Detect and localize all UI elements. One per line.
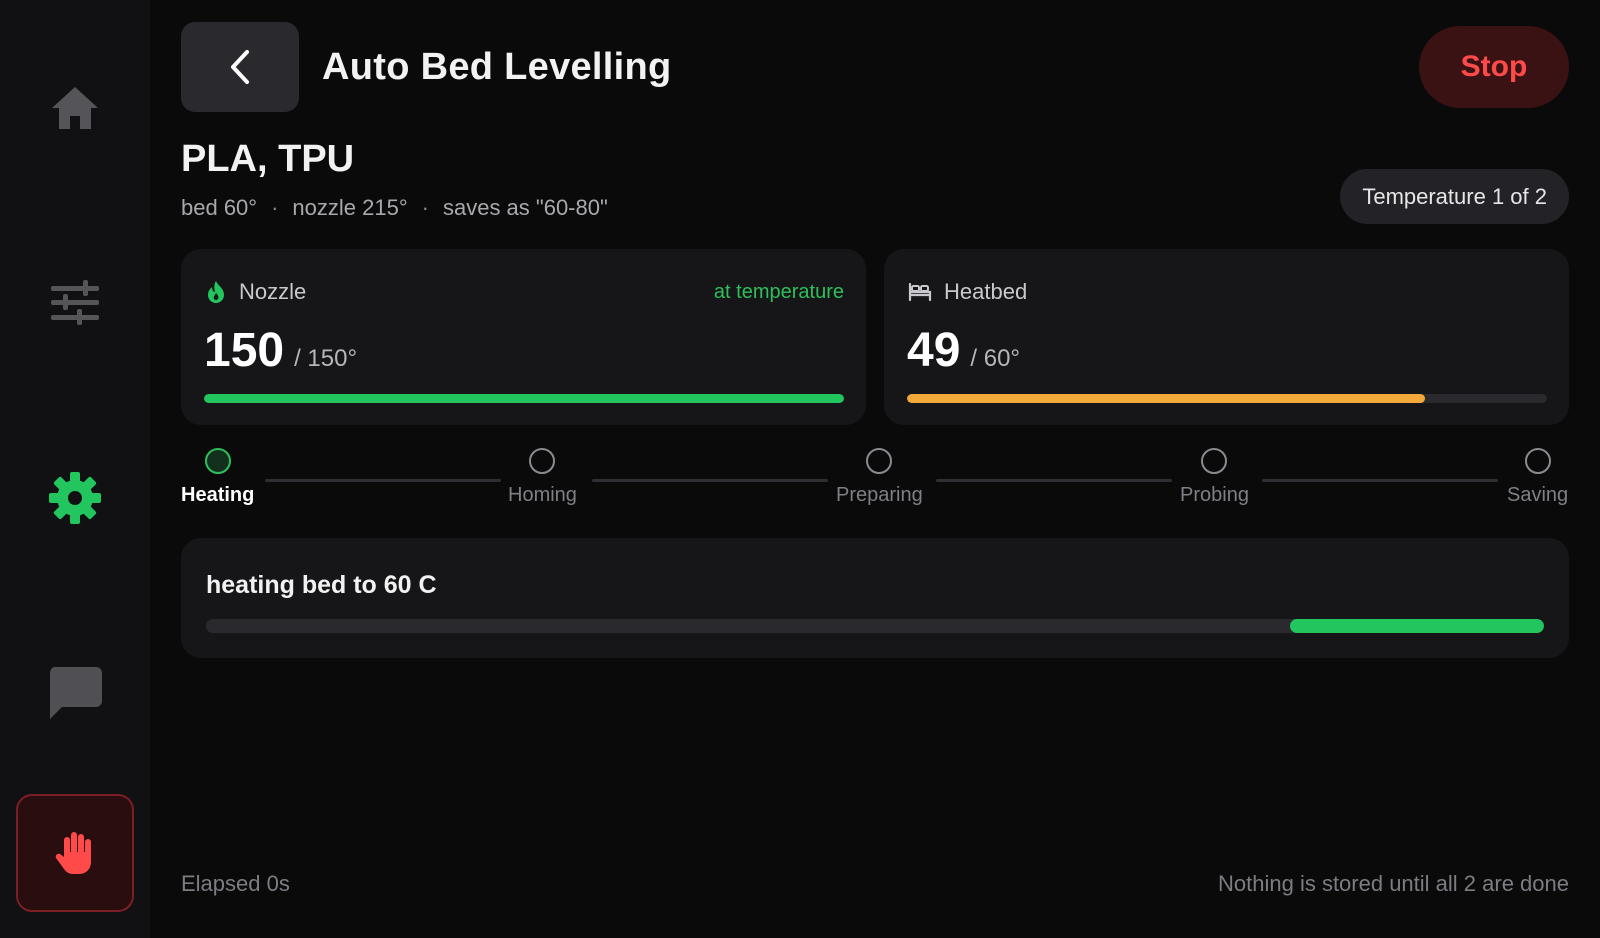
- task-progress-track: [206, 619, 1544, 633]
- elapsed-time: Elapsed 0s: [181, 871, 290, 896]
- nav-home-button[interactable]: [16, 49, 134, 167]
- heatbed-current-temp: 49: [907, 324, 961, 377]
- step-connector: [936, 479, 1172, 482]
- step-connector: [1262, 479, 1498, 482]
- nav-tune-button[interactable]: [16, 244, 134, 362]
- page-title: Auto Bed Levelling: [322, 46, 672, 88]
- sidebar: [0, 0, 150, 938]
- step-label: Saving: [1507, 484, 1569, 506]
- bed-icon: [908, 282, 932, 302]
- heatbed-progress-fill: [907, 394, 1426, 403]
- temperature-index-badge: Temperature 1 of 2: [1340, 169, 1569, 224]
- nozzle-label: Nozzle: [239, 279, 307, 304]
- emergency-stop-button[interactable]: [16, 794, 134, 912]
- heatbed-target-temp: / 60°: [970, 345, 1021, 372]
- nozzle-card: Nozzle at temperature 150 / 150°: [181, 249, 866, 425]
- hand-stop-icon: [55, 832, 91, 874]
- step-indicator: [204, 448, 231, 474]
- nozzle-current-temp: 150: [204, 324, 285, 377]
- step-label: Homing: [508, 484, 577, 506]
- nozzle-status: at temperature: [713, 280, 844, 303]
- nozzle-progress-fill: [204, 394, 844, 403]
- levelling-stepper: Heating Homing Preparing Probing Saving: [181, 448, 1569, 514]
- profile-saves-as: saves as "60-80": [442, 195, 608, 220]
- heatbed-label: Heatbed: [944, 279, 1028, 304]
- step-label: Probing: [1180, 484, 1249, 506]
- heatbed-reading: 49 / 60°: [907, 323, 1020, 379]
- separator-dot: ·: [421, 195, 429, 220]
- task-progress-card: heating bed to 60 C: [181, 538, 1569, 658]
- step-preparing: Preparing: [836, 448, 923, 508]
- nav-settings-button[interactable]: [16, 439, 134, 557]
- profile-name: PLA, TPU: [181, 138, 355, 180]
- sliders-icon: [51, 280, 99, 325]
- step-probing: Probing: [1180, 448, 1249, 508]
- main-content: Auto Bed Levelling Stop PLA, TPU bed 60°…: [181, 0, 1569, 938]
- nav-messages-button[interactable]: [16, 634, 134, 752]
- profile-nozzle-temp: nozzle 215°: [292, 195, 408, 220]
- step-heating: Heating: [181, 448, 254, 508]
- chat-icon: [49, 667, 102, 719]
- step-indicator: [1524, 448, 1551, 474]
- task-message: heating bed to 60 C: [206, 571, 437, 599]
- heatbed-progress-track: [907, 394, 1547, 403]
- step-indicator: [866, 448, 893, 474]
- step-indicator: [1201, 448, 1228, 474]
- heatbed-card-header: Heatbed: [908, 277, 1547, 307]
- nozzle-reading: 150 / 150°: [204, 323, 357, 379]
- nozzle-progress-track: [204, 394, 844, 403]
- chevron-left-icon: [231, 50, 249, 84]
- profile-bed-temp: bed 60°: [181, 195, 258, 220]
- step-label: Preparing: [836, 484, 923, 506]
- flame-icon: [208, 281, 224, 303]
- footer-note: Nothing is stored until all 2 are done: [1218, 871, 1569, 896]
- home-icon: [52, 87, 98, 129]
- step-saving: Saving: [1507, 448, 1568, 508]
- step-homing: Homing: [508, 448, 577, 508]
- task-progress-fill: [1289, 619, 1544, 633]
- profile-meta: bed 60° · nozzle 215° · saves as "60-80": [181, 194, 608, 222]
- step-label: Heating: [181, 484, 255, 506]
- step-connector: [265, 479, 501, 482]
- step-connector: [592, 479, 828, 482]
- step-indicator: [529, 448, 556, 474]
- separator-dot: ·: [271, 195, 279, 220]
- heatbed-card: Heatbed 49 / 60°: [884, 249, 1569, 425]
- nozzle-card-header: Nozzle at temperature: [205, 277, 844, 307]
- stop-button[interactable]: Stop: [1419, 26, 1569, 108]
- nozzle-target-temp: / 150°: [294, 345, 358, 372]
- gear-icon: [49, 472, 101, 524]
- back-button[interactable]: [181, 22, 299, 112]
